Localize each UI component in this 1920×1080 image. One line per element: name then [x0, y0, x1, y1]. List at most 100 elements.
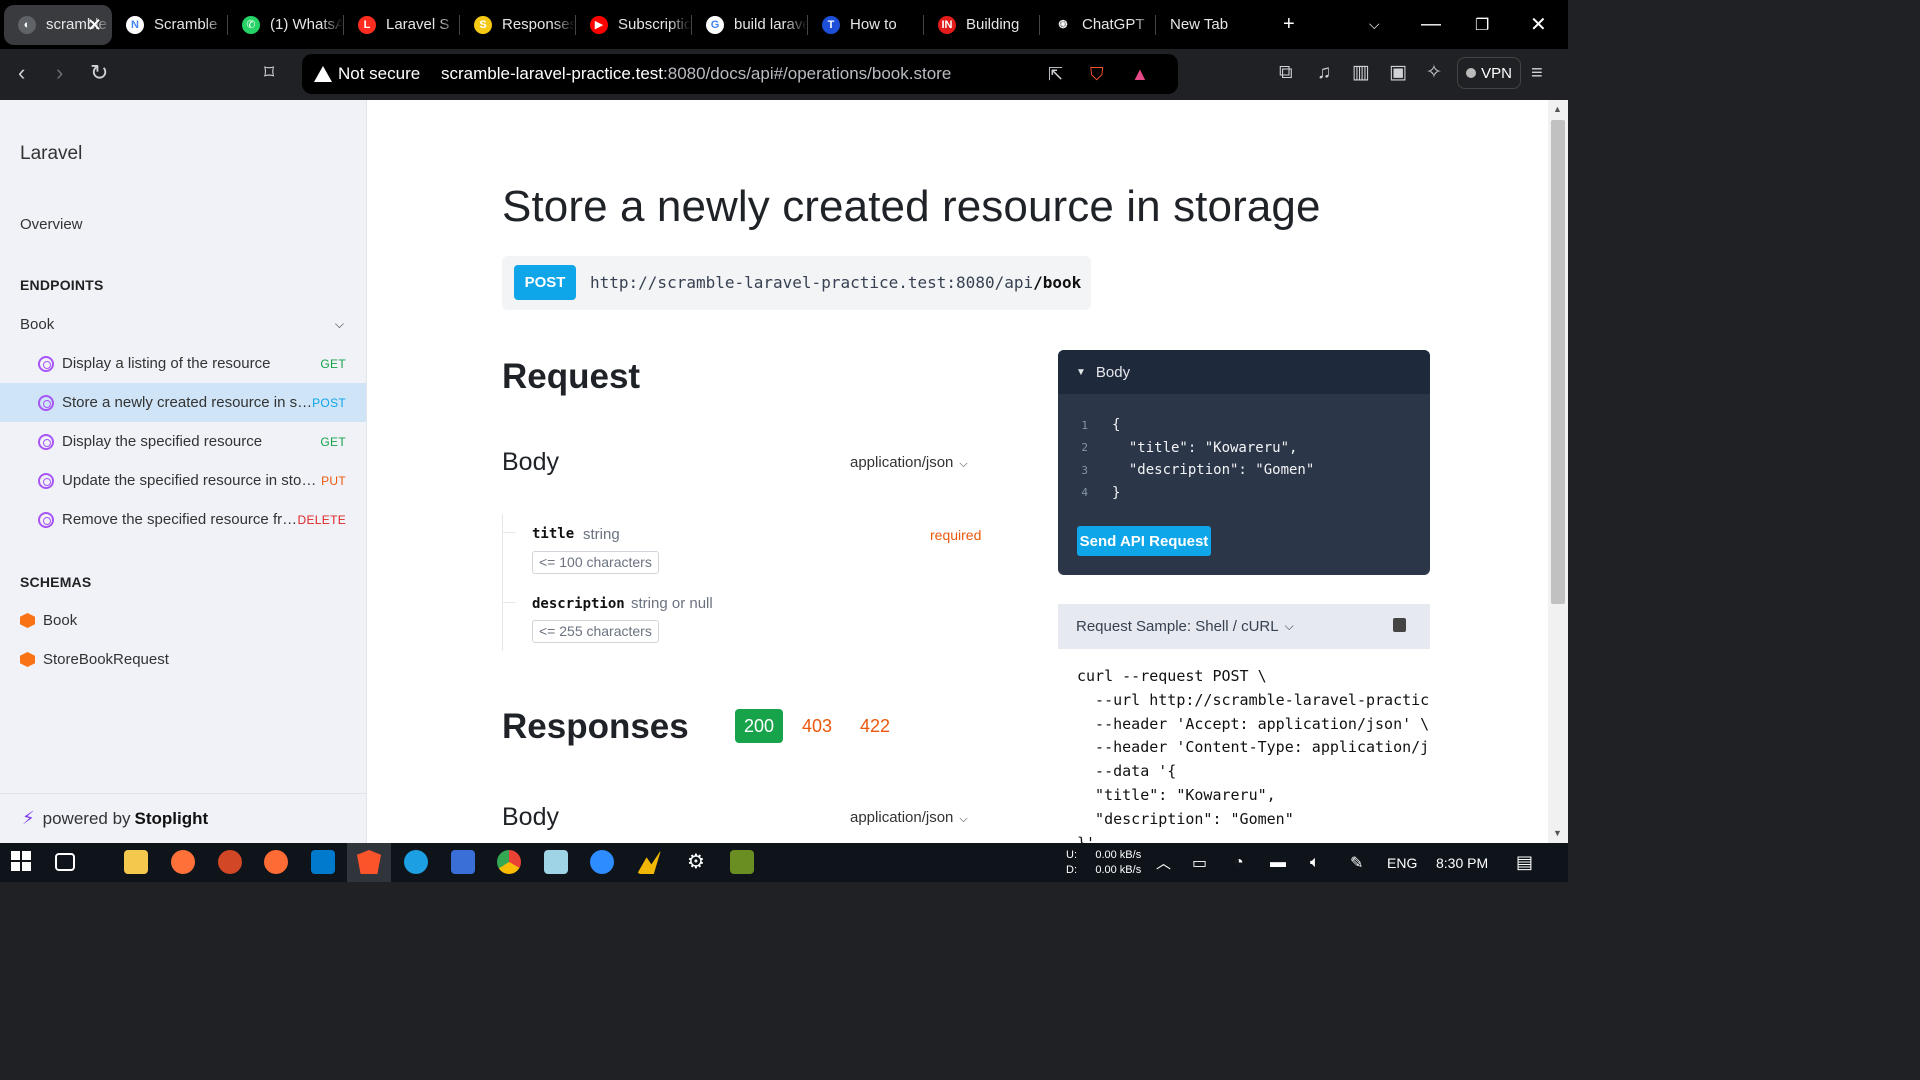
analytics-icon[interactable]: [637, 850, 661, 874]
browser-tab[interactable]: ◐ scramble ✕: [4, 4, 112, 45]
brave-browser-icon[interactable]: [357, 850, 381, 874]
scroll-down-icon[interactable]: ▼: [1553, 828, 1562, 838]
restore-icon[interactable]: ❐: [1475, 0, 1489, 49]
vpn-button[interactable]: VPN: [1457, 57, 1521, 89]
sidebar-item-operation[interactable]: Display the specified resource GET: [0, 422, 366, 461]
file-explorer-icon[interactable]: [124, 850, 148, 874]
postman-icon[interactable]: [264, 850, 288, 874]
reload-icon[interactable]: ↻: [90, 61, 108, 85]
terminal-app-icon[interactable]: [730, 850, 754, 874]
chrome-icon[interactable]: [497, 850, 521, 874]
tab-search-chevron-icon[interactable]: ⌵: [1369, 0, 1380, 49]
sidebar-group-book[interactable]: Book ⌵: [0, 305, 366, 344]
notification-icon[interactable]: ▤: [1516, 843, 1533, 882]
powered-by-link[interactable]: ⚡ powered by Stoplight: [0, 793, 366, 843]
sidebar-item-schema[interactable]: StoreBookRequest: [0, 640, 366, 679]
operation-icon: [38, 472, 54, 489]
tab-title: build laravel: [734, 16, 807, 33]
sidebar-item-overview[interactable]: Overview: [0, 205, 366, 244]
volume-icon[interactable]: 🔈︎: [1310, 843, 1320, 882]
browser-tab[interactable]: L Laravel S: [344, 5, 459, 45]
leo-ai-icon[interactable]: ✧: [1426, 61, 1442, 85]
browser-tab[interactable]: N Scramble: [112, 5, 227, 45]
menu-icon[interactable]: ≡: [1531, 61, 1543, 85]
settings-gear-icon[interactable]: ⚙: [684, 850, 708, 874]
windows-start-icon[interactable]: [10, 850, 34, 874]
tray-overflow-icon[interactable]: ︿: [1156, 843, 1171, 882]
copy-icon[interactable]: [1393, 618, 1406, 632]
vscode-icon[interactable]: [311, 850, 335, 874]
browser-tab[interactable]: S Responses: [460, 5, 575, 45]
response-content-type-select[interactable]: application/json ⌵: [850, 809, 968, 826]
extensions-icon[interactable]: ⧉: [1279, 61, 1293, 85]
display-icon[interactable]: ▭: [1192, 843, 1207, 882]
share-icon[interactable]: ⇱: [1048, 62, 1063, 86]
operation-label: Remove the specified resource from stora…: [62, 511, 298, 528]
line-number: 2: [1081, 441, 1088, 455]
caret-down-icon: ▼: [1076, 366, 1086, 378]
responses-heading: Responses: [502, 707, 689, 746]
bookmark-icon[interactable]: ⌑: [264, 61, 274, 85]
firefox-icon[interactable]: [171, 850, 195, 874]
line-number: 3: [1081, 463, 1088, 477]
body-collapse-toggle[interactable]: ▼ Body: [1058, 350, 1430, 394]
sidebar-item-operation[interactable]: Update the specified resource in storage…: [0, 461, 366, 500]
brave-rewards-icon[interactable]: ▲: [1131, 62, 1149, 86]
scroll-up-icon[interactable]: ▲: [1553, 104, 1562, 114]
tab-title: Laravel S: [386, 16, 450, 33]
browser-tab[interactable]: ▶ Subscriptions: [576, 5, 691, 45]
sidebar-item-operation[interactable]: Store a newly created resource in storag…: [0, 383, 366, 422]
sidebar-item-operation[interactable]: Remove the specified resource from stora…: [0, 500, 366, 539]
sidebar-toggle-icon[interactable]: ▥: [1352, 61, 1370, 85]
zoom-icon[interactable]: [590, 850, 614, 874]
brave-shields-icon[interactable]: ⛉: [1090, 62, 1104, 86]
operation-label: Update the specified resource in storage: [62, 472, 322, 489]
bolt-icon: ⚡: [22, 808, 35, 828]
browser-tab[interactable]: Gbuild laravel: [692, 5, 807, 45]
response-tab-200[interactable]: 200: [735, 709, 783, 743]
wallet-icon[interactable]: ▣: [1389, 61, 1407, 85]
url-text[interactable]: scramble-laravel-practice.test:8080/docs…: [441, 64, 951, 84]
response-tab-403[interactable]: 403: [797, 709, 837, 743]
tab-title: (1) WhatsApp: [270, 16, 343, 33]
request-body-editor[interactable]: 1{2 "title": "Kowareru", 3 "description":…: [1058, 414, 1314, 504]
browser-tab[interactable]: IN Building: [924, 5, 1039, 45]
browser-tab[interactable]: New Tab: [1156, 5, 1271, 45]
browser-toolbar: ‹ › ↻ ⌑ Not secure scramble-laravel-prac…: [0, 49, 1568, 100]
operation-icon: [38, 433, 54, 450]
send-api-request-button[interactable]: Send API Request: [1077, 526, 1211, 556]
wifi-icon[interactable]: ◔: [1234, 843, 1244, 882]
cube-icon: [20, 652, 35, 667]
page-scrollbar[interactable]: ▲ ▼: [1548, 100, 1568, 843]
new-tab-button[interactable]: +: [1283, 0, 1295, 49]
powerpoint-icon[interactable]: [218, 850, 242, 874]
clock[interactable]: 8:30 PM: [1436, 843, 1488, 882]
browser-tab[interactable]: T How to: [808, 5, 923, 45]
close-window-icon[interactable]: ✕: [1530, 0, 1547, 49]
network-tool-icon[interactable]: [451, 850, 475, 874]
field-constraint-description: <= 255 characters: [532, 620, 659, 643]
sidebar-item-schema[interactable]: Book: [0, 601, 366, 640]
security-indicator[interactable]: Not secure: [314, 64, 420, 84]
task-view-icon[interactable]: [55, 853, 75, 871]
battery-icon[interactable]: ▬: [1270, 843, 1286, 882]
forward-icon[interactable]: ›: [56, 61, 63, 85]
request-sample-language-select[interactable]: Request Sample: Shell / cURL ⌵: [1058, 604, 1430, 649]
minimize-icon[interactable]: —: [1421, 0, 1441, 49]
address-bar[interactable]: Not secure scramble-laravel-practice.tes…: [302, 54, 1178, 94]
response-tab-422[interactable]: 422: [855, 709, 895, 743]
edge-icon[interactable]: [404, 850, 428, 874]
sidebar-item-operation[interactable]: Display a listing of the resource GET: [0, 344, 366, 383]
back-icon[interactable]: ‹: [18, 61, 25, 85]
code-line: 1{: [1058, 414, 1314, 437]
pen-icon[interactable]: ✎: [1350, 843, 1363, 882]
browser-tab[interactable]: ✆ (1) WhatsApp: [228, 5, 343, 45]
notes-app-icon[interactable]: [544, 850, 568, 874]
language-indicator[interactable]: ENG: [1387, 843, 1417, 882]
tab-title: Responses: [502, 16, 575, 33]
browser-tab[interactable]: ֍ ChatGPT: [1040, 5, 1155, 45]
media-icon[interactable]: ♫: [1317, 61, 1331, 85]
scrollbar-thumb[interactable]: [1551, 120, 1565, 604]
content-type-select[interactable]: application/json ⌵: [850, 454, 968, 471]
close-tab-icon[interactable]: ✕: [87, 15, 102, 36]
